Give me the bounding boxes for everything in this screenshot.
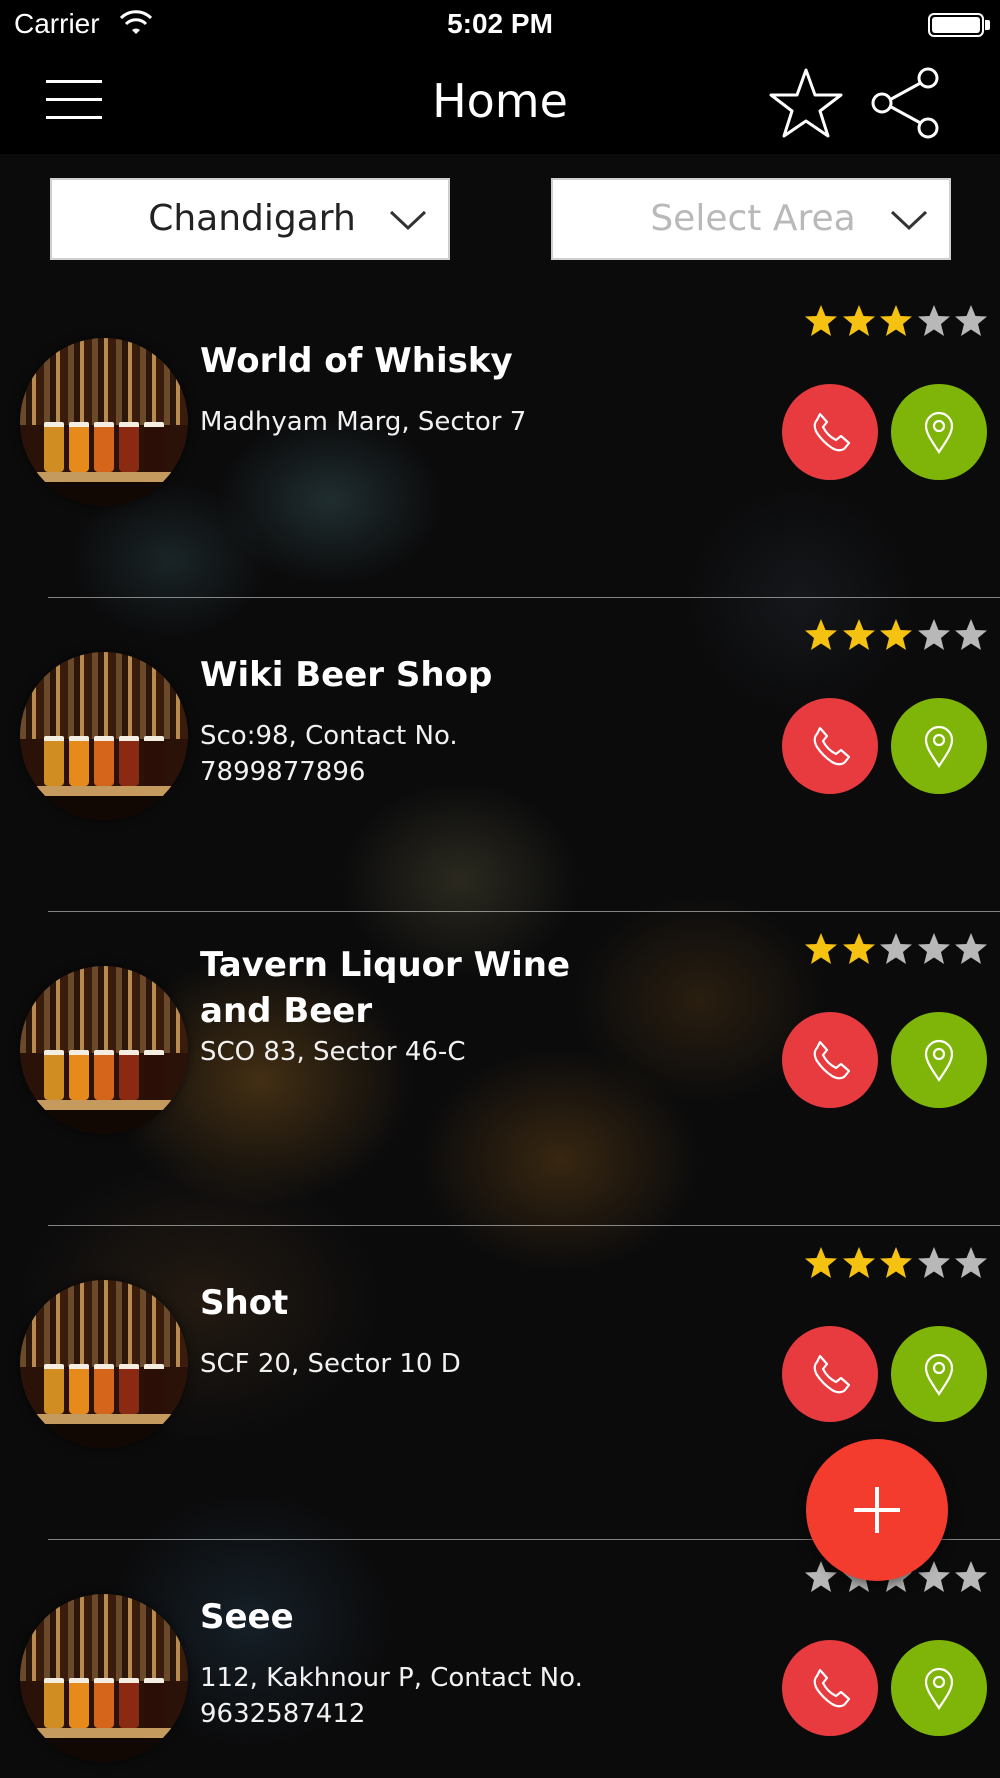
star-empty-icon	[955, 933, 987, 964]
call-button[interactable]	[782, 1012, 878, 1108]
shop-address: Madhyam Marg, Sector 7	[200, 407, 527, 437]
map-pin-icon	[924, 725, 954, 768]
star-empty-icon	[917, 619, 950, 650]
shop-address: Sco:98, Contact No. 7899877896	[200, 721, 458, 787]
star-empty-icon	[880, 933, 912, 964]
battery-tip	[985, 20, 990, 30]
call-button[interactable]	[782, 1640, 878, 1736]
shop-name: Wiki Beer Shop	[200, 655, 493, 695]
map-pin-icon	[924, 1353, 954, 1396]
map-location-button[interactable]	[891, 384, 987, 480]
phone-icon	[813, 1354, 850, 1394]
call-button[interactable]	[782, 698, 878, 794]
battery-icon	[928, 13, 984, 37]
star-empty-icon	[955, 305, 987, 336]
shop-name: Seee	[200, 1597, 294, 1637]
plus-icon-vertical	[875, 1487, 879, 1533]
shop-thumbnail	[20, 652, 188, 820]
star-empty-icon	[955, 619, 987, 650]
phone-icon	[813, 1040, 850, 1080]
star-empty-icon	[917, 933, 950, 964]
star-rating	[804, 304, 988, 338]
phone-icon	[813, 412, 850, 452]
status-time: 5:02 PM	[447, 8, 553, 39]
star-filled-icon	[880, 619, 912, 650]
star-filled-icon	[805, 1247, 837, 1278]
favorite-star-icon[interactable]	[768, 66, 844, 140]
shop-name: Tavern Liquor Wine and Beer	[200, 945, 571, 1031]
map-location-button[interactable]	[891, 698, 987, 794]
shop-address: 112, Kakhnour P, Contact No. 9632587412	[200, 1663, 583, 1729]
phone-icon	[813, 1668, 850, 1708]
star-filled-icon	[880, 305, 912, 336]
shop-address: SCO 83, Sector 46-C	[200, 1037, 466, 1067]
shop-name: World of Whisky	[200, 341, 513, 381]
status-bar: Carrier 5:02 PM	[0, 0, 1000, 50]
phone-icon	[813, 726, 850, 766]
map-location-button[interactable]	[891, 1326, 987, 1422]
star-rating	[804, 1246, 988, 1280]
map-pin-icon	[924, 1667, 954, 1710]
page-title: Home	[432, 74, 568, 128]
shop-thumbnail	[20, 1280, 188, 1448]
star-filled-icon	[805, 933, 837, 964]
chevron-down-icon	[890, 210, 928, 231]
star-rating	[804, 618, 988, 652]
city-dropdown[interactable]: Chandigarh	[50, 178, 450, 260]
shop-thumbnail	[20, 966, 188, 1134]
star-empty-icon	[917, 305, 950, 336]
map-pin-icon	[924, 1039, 954, 1082]
star-filled-icon	[805, 305, 837, 336]
star-empty-icon	[917, 1247, 950, 1278]
share-icon[interactable]	[868, 66, 942, 140]
shop-name: Shot	[200, 1283, 289, 1323]
list-item[interactable]: World of Whisky Madhyam Marg, Sector 7	[0, 280, 1000, 594]
star-filled-icon	[805, 619, 837, 650]
area-dropdown[interactable]: Select Area	[551, 178, 951, 260]
list-item[interactable]: Tavern Liquor Wine and Beer SCO 83, Sect…	[0, 908, 1000, 1222]
chevron-down-icon	[389, 210, 427, 231]
star-rating	[804, 932, 988, 966]
star-filled-icon	[880, 1247, 912, 1278]
star-empty-icon	[955, 1247, 987, 1278]
star-filled-icon	[842, 1247, 875, 1278]
list-item[interactable]: Wiki Beer Shop Sco:98, Contact No. 78998…	[0, 594, 1000, 908]
call-button[interactable]	[782, 1326, 878, 1422]
add-shop-fab-button[interactable]	[806, 1439, 948, 1581]
star-empty-icon	[955, 1561, 987, 1592]
map-location-button[interactable]	[891, 1012, 987, 1108]
nav-bar: Home	[0, 50, 1000, 154]
star-filled-icon	[842, 619, 875, 650]
shop-thumbnail	[20, 338, 188, 506]
shop-thumbnail	[20, 1594, 188, 1762]
star-filled-icon	[842, 933, 875, 964]
map-location-button[interactable]	[891, 1640, 987, 1736]
star-filled-icon	[842, 305, 875, 336]
map-pin-icon	[924, 411, 954, 454]
shop-address: SCF 20, Sector 10 D	[200, 1349, 461, 1379]
call-button[interactable]	[782, 384, 878, 480]
